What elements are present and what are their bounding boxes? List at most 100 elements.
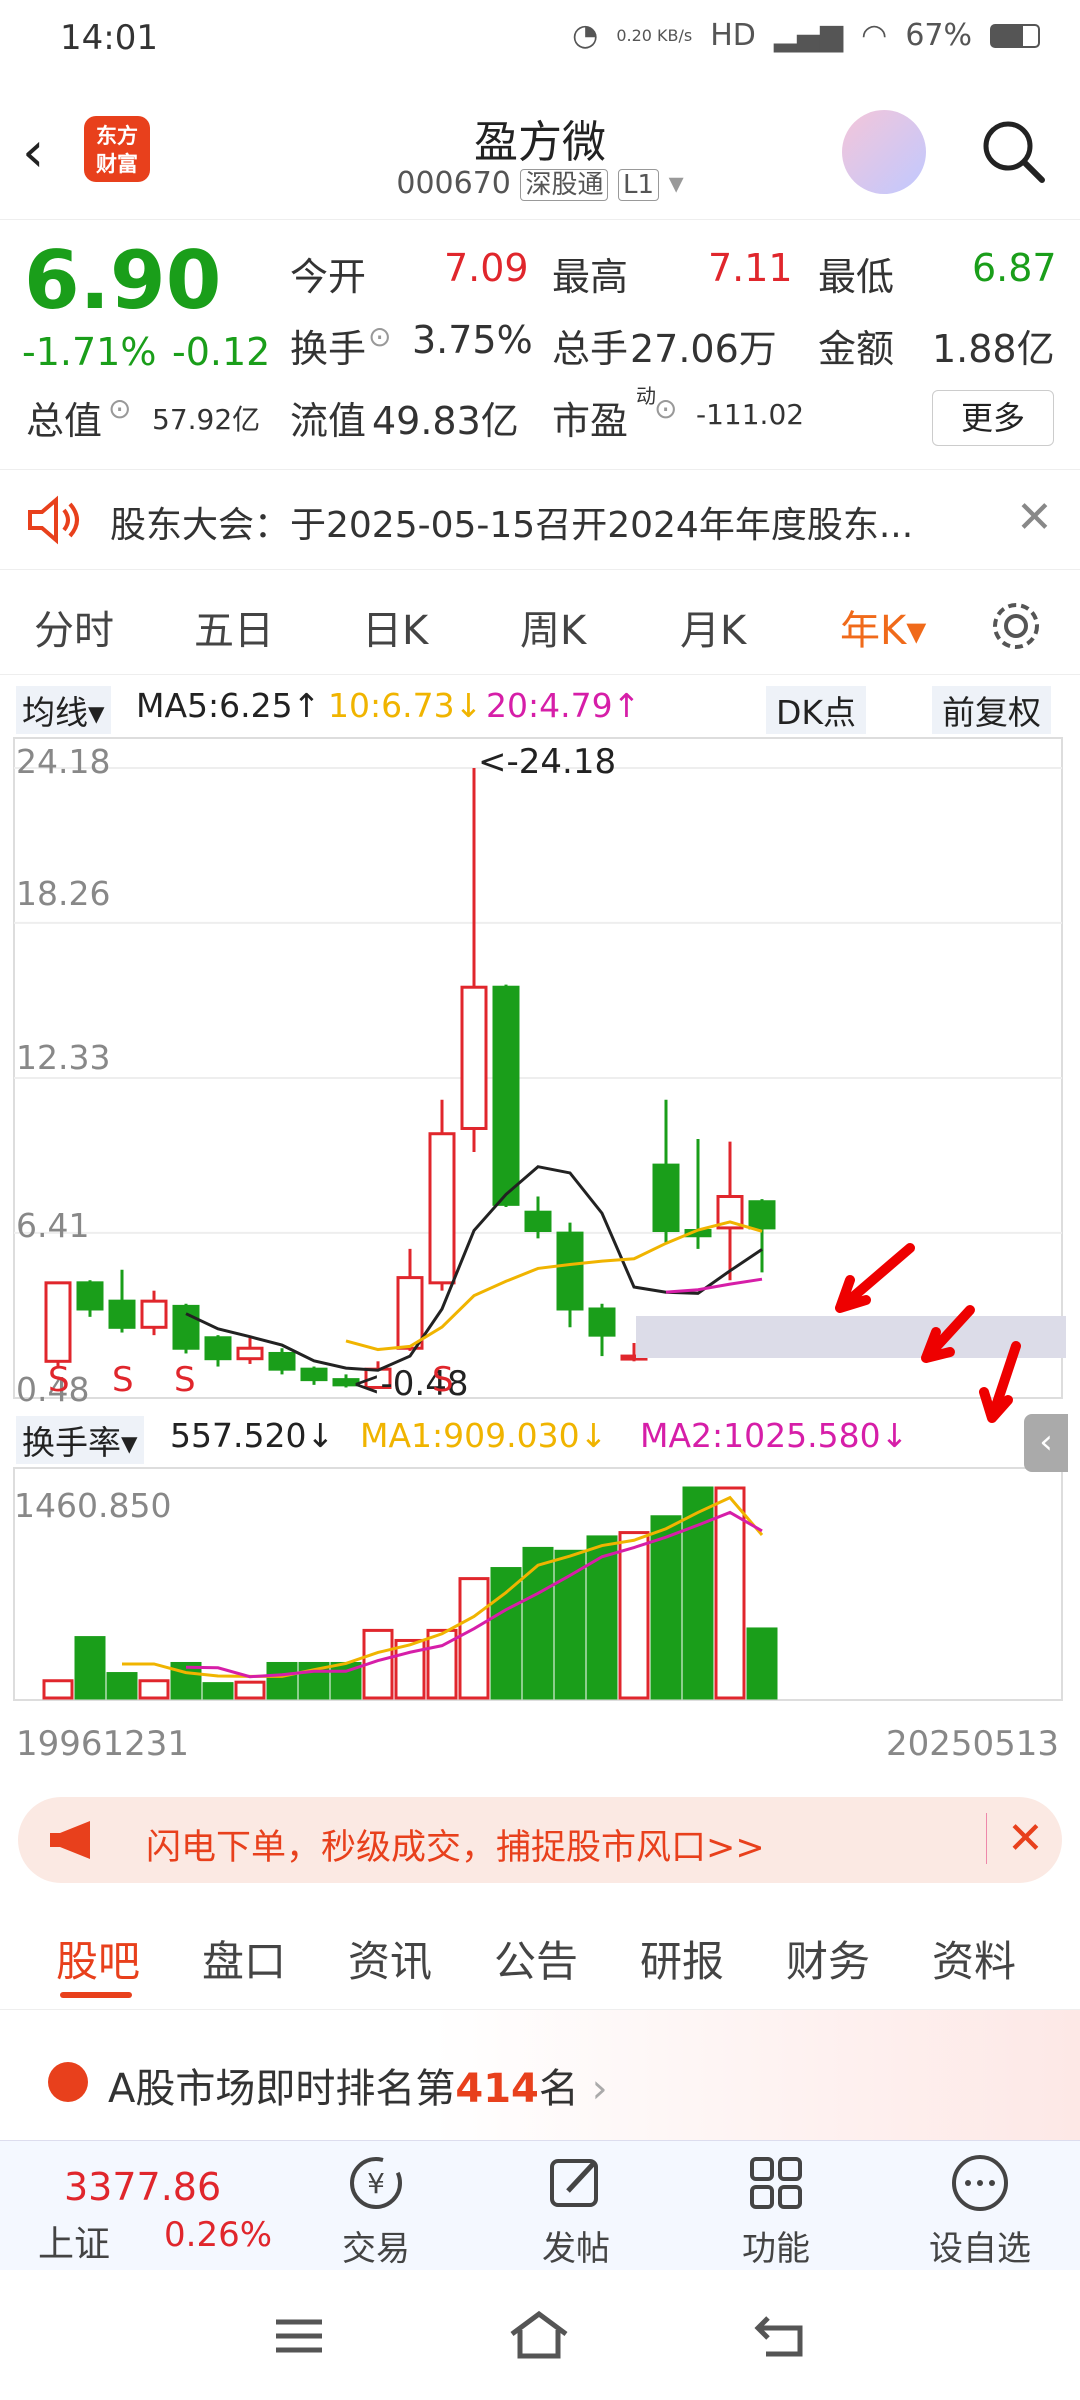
tag-sgt: 深股通 xyxy=(520,169,609,201)
chart-svg[interactable] xyxy=(0,728,1080,1808)
candle-body xyxy=(300,1367,328,1382)
adjust-button[interactable]: 前复权 xyxy=(932,686,1051,734)
volume-max-label: 1460.850 xyxy=(14,1486,172,1525)
dropdown-icon: ▾ xyxy=(668,166,684,201)
volume-bar xyxy=(138,1679,170,1700)
index-name[interactable]: 上证 xyxy=(38,2215,110,2267)
volume-bar xyxy=(266,1661,298,1700)
wifi-icon: ◠ xyxy=(861,18,888,53)
ma5-value: MA5:6.25↑ xyxy=(136,686,321,725)
open-label: 今开 xyxy=(290,255,367,299)
tab-yearly[interactable]: 年K▾ xyxy=(840,598,926,656)
close-icon[interactable]: ✕ xyxy=(1016,492,1053,543)
candle-body xyxy=(204,1336,232,1361)
info-icon[interactable]: ⊙ xyxy=(368,320,391,353)
megaphone-icon xyxy=(50,1821,90,1859)
market-rank-card[interactable]: A股市场即时排名第414名 › xyxy=(0,2010,1080,2140)
app-header: ‹ 东方财富 盈方微 000670 深股通 L1 ▾ xyxy=(0,80,1080,220)
info-icon[interactable]: ⊙ xyxy=(108,392,131,425)
info-icon[interactable]: ⊙ xyxy=(654,392,677,425)
tab-daily[interactable]: 日K xyxy=(362,598,428,656)
candle-body xyxy=(748,1200,776,1230)
high-label: 最高 xyxy=(552,255,629,299)
notice-text: 股东大会：于2025-05-15召开2024年年度股东... xyxy=(110,505,914,546)
close-icon[interactable]: ✕ xyxy=(986,1813,1044,1864)
volume-bar xyxy=(554,1549,586,1700)
collapse-tab-icon[interactable]: ‹ xyxy=(1024,1414,1068,1472)
back-nav-icon[interactable] xyxy=(752,2312,806,2358)
tab-guba[interactable]: 股吧 xyxy=(56,1928,140,1989)
nav-post[interactable]: 发帖 xyxy=(506,2151,646,2270)
tab-weekly[interactable]: 周K xyxy=(520,598,586,656)
index-pct[interactable]: 0.26% xyxy=(164,2215,272,2255)
sell-signal: S xyxy=(174,1360,196,1400)
tab-profile[interactable]: 资料 xyxy=(932,1928,1016,1989)
active-tab-indicator xyxy=(60,1992,132,1998)
tab-five-day[interactable]: 五日 xyxy=(194,598,274,656)
nav-label: 发帖 xyxy=(542,2229,610,2269)
kline-chart[interactable]: 24.18 18.26 12.33 6.41 0.48 <-24.18 <-0.… xyxy=(0,728,1080,1764)
price-frame xyxy=(13,737,1063,1399)
volume-bar xyxy=(42,1679,74,1700)
quote-panel: 6.90 -1.71% -0.12 总值 ⊙ 57.92亿 今开 7.09 最高… xyxy=(0,220,1080,470)
volume-bar xyxy=(490,1567,522,1700)
notice-bar[interactable]: 股东大会：于2025-05-15召开2024年年度股东... ✕ xyxy=(0,470,1080,570)
volume-ma1: MA1:909.030↓ xyxy=(360,1416,608,1455)
sell-signal: S xyxy=(48,1360,70,1400)
nav-function[interactable]: 功能 xyxy=(706,2151,846,2270)
tab-news[interactable]: 资讯 xyxy=(348,1928,432,1989)
menu-icon[interactable] xyxy=(272,2316,326,2356)
svg-text:¥: ¥ xyxy=(367,2167,385,2200)
nav-label: 功能 xyxy=(742,2229,810,2269)
ma-selector[interactable]: 均线▾ xyxy=(16,686,111,734)
robot-avatar[interactable] xyxy=(842,110,926,194)
search-icon[interactable] xyxy=(978,116,1048,186)
open-value: 7.09 xyxy=(444,246,529,290)
total-value: 57.92亿 xyxy=(152,403,261,436)
gear-icon[interactable] xyxy=(988,598,1044,654)
candle-body xyxy=(588,1307,616,1337)
tab-intraday[interactable]: 分时 xyxy=(34,598,114,656)
pe-label: 市盈 xyxy=(552,399,629,443)
nav-add-watchlist[interactable]: 设自选 xyxy=(910,2151,1050,2270)
tab-announcement[interactable]: 公告 xyxy=(494,1928,578,1989)
volume-bar xyxy=(650,1515,682,1700)
change-pct: -1.71% xyxy=(22,330,157,374)
high-value: 7.11 xyxy=(708,246,793,290)
content-tabs: 股吧 盘口 资讯 公告 研报 财务 资料 xyxy=(0,1900,1080,2010)
home-icon[interactable] xyxy=(506,2310,572,2360)
signal-icon: ▂▄▆ xyxy=(773,18,844,53)
banner-text: 闪电下单，秒级成交，捕捉股市风口>> xyxy=(146,1828,765,1868)
tab-pankou[interactable]: 盘口 xyxy=(202,1928,286,1989)
volume-selector[interactable]: 换手率▾ xyxy=(16,1416,144,1464)
edit-icon xyxy=(550,2159,598,2207)
chevron-right-icon: › xyxy=(578,2066,608,2112)
volume-bar xyxy=(74,1636,106,1700)
candle-body xyxy=(76,1281,104,1311)
index-value[interactable]: 3377.86 xyxy=(64,2165,221,2209)
turnover-value: 3.75% xyxy=(412,318,533,362)
candle-body xyxy=(492,985,520,1206)
float-label: 流值 xyxy=(290,399,367,443)
more-button[interactable]: 更多 xyxy=(932,390,1054,446)
nav-trade[interactable]: ¥ 交易 xyxy=(306,2151,446,2270)
tab-research[interactable]: 研报 xyxy=(640,1928,724,1989)
candle-body xyxy=(236,1346,264,1361)
volume-bar xyxy=(522,1546,554,1700)
dk-point-button[interactable]: DK点 xyxy=(766,686,867,734)
change-value: -0.12 xyxy=(172,330,271,374)
status-bar: 14:01 ◔ 0.20 KB/s HD ▂▄▆ ◠ 67% xyxy=(0,0,1080,80)
amount-label: 金额 xyxy=(818,327,895,371)
tab-monthly[interactable]: 月K xyxy=(680,598,746,656)
rank-prefix: A股市场即时排名第 xyxy=(108,2066,456,2112)
battery-icon xyxy=(990,23,1040,48)
period-tabs: 分时 五日 日K 周K 月K 年K▾ xyxy=(0,570,1080,675)
candle-body xyxy=(172,1304,200,1350)
candle-body xyxy=(396,1276,424,1350)
last-price: 6.90 xyxy=(24,234,222,327)
ma10-value: 10:6.73↓ xyxy=(328,686,483,725)
stock-code: 000670 xyxy=(396,166,511,201)
trade-banner[interactable]: 闪电下单，秒级成交，捕捉股市风口>> ✕ xyxy=(18,1797,1062,1883)
tab-finance[interactable]: 财务 xyxy=(786,1928,870,1989)
y-tick-label: 6.41 xyxy=(16,1206,90,1245)
